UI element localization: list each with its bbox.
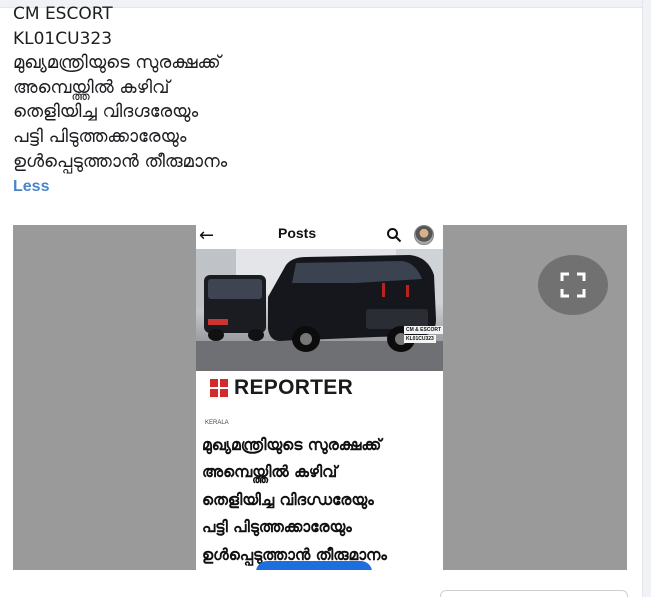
post-line: അമ്പെയ്ത്തിൽ കഴിവ് (13, 76, 170, 98)
see-less-link[interactable]: Less (13, 178, 49, 196)
number-plate: KL01CU323 (404, 335, 436, 343)
post-line: പട്ടി പിടുത്തക്കാരേയും (13, 125, 187, 147)
headline-line: തെളിയിച്ച വിദഗ്ധരേയും (202, 490, 374, 509)
arrow-left-icon: ← (199, 225, 215, 246)
news-headline: മുഖ്യമന്ത്രിയുടെ സുരക്ഷക്ക് അമ്പെയ്ത്തിൽ… (202, 432, 442, 569)
scrollbar-track[interactable] (642, 0, 651, 597)
reporter-logo-icon (210, 378, 229, 398)
post-media[interactable]: ← Posts CM & ESCORT KL01CU323 REPORTER K… (13, 225, 627, 570)
headline-line: പട്ടി പിടുത്തക്കാരേയും (202, 518, 352, 537)
fullscreen-button[interactable] (538, 255, 608, 315)
post-viewer: CM ESCORT KL01CU323 മുഖ്യമന്ത്രിയുടെ സുര… (0, 0, 651, 597)
post-line: മുഖ്യമന്ത്രിയുടെ സുരക്ഷക്ക് (13, 52, 221, 74)
comment-box[interactable] (440, 590, 628, 597)
search-icon (387, 228, 402, 243)
fullscreen-icon (560, 272, 586, 298)
headline-line: മുഖ്യമന്ത്രിയുടെ സുരക്ഷക്ക് (202, 436, 382, 454)
post-line: CM ESCORT (13, 4, 113, 24)
reporter-wordmark: REPORTER (234, 376, 354, 399)
phone-action-button (256, 561, 372, 570)
news-photo: CM & ESCORT KL01CU323 (196, 249, 443, 371)
phone-header: ← Posts (196, 225, 443, 249)
post-line: തെളിയിച്ച വിദഗ്ദരേയും (13, 101, 199, 123)
screenshot-image: ← Posts CM & ESCORT KL01CU323 REPORTER K… (196, 225, 443, 570)
category-tag: KERALA (205, 420, 229, 426)
post-text: CM ESCORT KL01CU323 മുഖ്യമന്ത്രിയുടെ സുര… (13, 2, 227, 174)
avatar (414, 225, 434, 245)
car-illustration (196, 249, 443, 371)
headline-line: അമ്പെയ്ത്തിൽ കഴിവ് (202, 463, 338, 482)
post-line: KL01CU323 (13, 28, 113, 49)
phone-header-title: Posts (278, 225, 317, 241)
escort-sticker: CM & ESCORT (404, 326, 443, 334)
post-line: ഉൾപ്പെടുത്താൻ തീരുമാനം (13, 150, 228, 172)
reporter-logo: REPORTER (210, 376, 353, 400)
